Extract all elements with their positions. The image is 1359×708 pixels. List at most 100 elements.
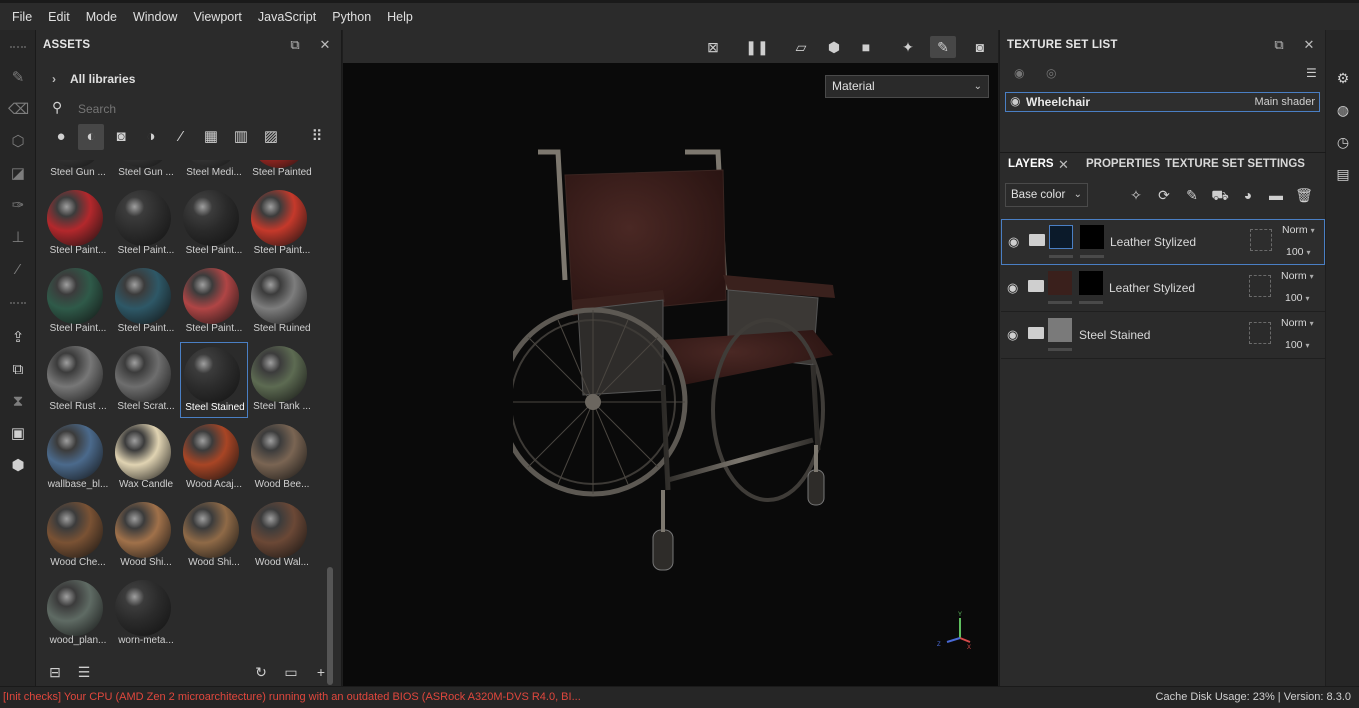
settings-icon[interactable]: ⚙ — [1333, 68, 1353, 88]
asset-thumbnail[interactable]: Wood Che... — [44, 498, 112, 574]
history-icon[interactable]: ◷ — [1333, 132, 1353, 152]
menu-mode[interactable]: Mode — [78, 10, 125, 24]
layer-row[interactable]: ◉ Leather Stylized Norm ▾ 100 ▾ — [1001, 266, 1325, 312]
export-icon[interactable]: ⇪ — [8, 328, 28, 348]
log-icon[interactable]: ▤ — [1333, 164, 1353, 184]
asset-thumbnail[interactable]: Steel Paint... — [44, 186, 112, 262]
hide-ui-icon[interactable]: ⊠ — [700, 36, 726, 58]
layer-row[interactable]: ◉ Leather Stylized Norm ▾ 100 ▾ — [1001, 219, 1325, 265]
color-picker-icon[interactable]: ⁄ — [8, 260, 28, 280]
environment-icon[interactable]: ◍ — [1333, 100, 1353, 120]
asset-thumbnail[interactable]: Steel Paint... — [112, 186, 180, 262]
menu-help[interactable]: Help — [379, 10, 421, 24]
grid-view-icon[interactable]: ⠿ — [304, 124, 330, 150]
asset-thumbnail[interactable]: Steel Gun ... — [112, 160, 180, 184]
asset-thumbnail[interactable]: Steel Scrat... — [112, 342, 180, 418]
shelf-icon[interactable]: ⬢ — [8, 456, 28, 476]
blend-mode[interactable]: Norm ▾ — [1281, 317, 1314, 329]
new-window-icon[interactable]: ▭ — [281, 662, 301, 682]
filter-generator-icon[interactable]: ◑ — [138, 124, 164, 150]
smudge-icon[interactable]: ✑ — [8, 196, 28, 216]
add-paint-layer-icon[interactable]: ✎ — [1182, 185, 1202, 205]
projection-icon[interactable]: ⬡ — [8, 132, 28, 152]
camera-projection-icon[interactable]: ▱ — [788, 36, 814, 58]
asset-thumbnail[interactable]: wallbase_bl... — [44, 420, 112, 496]
display-settings-icon[interactable]: ▣ — [8, 424, 28, 444]
add-smart-material-icon[interactable]: ◕ — [1238, 185, 1258, 205]
asset-thumbnail[interactable]: Wood Bee... — [248, 420, 316, 496]
asset-thumbnail[interactable]: Steel Gun ... — [44, 160, 112, 184]
filter-mask-icon[interactable]: ◙ — [108, 124, 134, 150]
eye-icon[interactable]: ◉ — [1007, 280, 1018, 296]
add-mask-icon[interactable]: ⟳ — [1154, 185, 1174, 205]
opacity[interactable]: 100 ▾ — [1286, 246, 1311, 258]
channel-select[interactable]: Base color ⌄ — [1005, 183, 1088, 207]
texture-set-item[interactable]: ◉ Wheelchair Main shader — [1005, 92, 1320, 112]
polygon-fill-icon[interactable]: ◪ — [8, 164, 28, 184]
bake-icon[interactable]: ⧉ — [8, 360, 28, 380]
asset-thumbnail[interactable]: Steel Paint... — [44, 264, 112, 340]
toolbar-grip[interactable] — [10, 46, 26, 48]
blend-mode[interactable]: Norm ▾ — [1282, 224, 1315, 236]
refresh-icon[interactable]: ↻ — [251, 662, 271, 682]
add-fill-layer-icon[interactable]: ⛟ — [1210, 185, 1230, 205]
filter-environment-icon[interactable]: ▨ — [258, 124, 284, 150]
layer-mask-slot[interactable] — [1249, 275, 1271, 297]
object-mode-icon[interactable]: ⬢ — [821, 36, 847, 58]
paint-mode-icon[interactable]: ✎ — [930, 36, 956, 58]
menu-file[interactable]: File — [4, 10, 40, 24]
blend-mode[interactable]: Norm ▾ — [1281, 270, 1314, 282]
list-menu-icon[interactable]: ☰ — [1306, 66, 1317, 80]
filter-material-icon[interactable]: ◐ — [78, 124, 104, 150]
pause-icon[interactable]: ❚❚ — [744, 36, 770, 58]
filter-smart-material-icon[interactable]: ● — [48, 124, 74, 150]
asset-thumbnail[interactable]: Steel Ruined — [248, 264, 316, 340]
asset-thumbnail[interactable]: Wood Acaj... — [180, 420, 248, 496]
asset-thumbnail[interactable]: Wood Shi... — [180, 498, 248, 574]
filter-texture-icon[interactable]: ▦ — [198, 124, 224, 150]
asset-thumbnail[interactable]: Steel Stained — [180, 342, 248, 418]
eye-icon[interactable]: ◉ — [1010, 94, 1020, 108]
menu-javascript[interactable]: JavaScript — [250, 10, 324, 24]
clone-stamp-icon[interactable]: ⊥ — [8, 228, 28, 248]
menu-viewport[interactable]: Viewport — [185, 10, 249, 24]
viewport-3d[interactable]: ⊠ ❚❚ ▱ ⬢ ■ ✦ ✎ ◙ Material ⌄ Y X Z — [343, 30, 998, 686]
undock-icon[interactable]: ⧉ — [286, 36, 304, 54]
tab-layers[interactable]: LAYERS — [1008, 158, 1054, 170]
close-icon[interactable]: ✕ — [1300, 36, 1318, 54]
menu-edit[interactable]: Edit — [40, 10, 78, 24]
close-icon[interactable]: ✕ — [1058, 157, 1069, 173]
asset-thumbnail[interactable]: Steel Rust ... — [44, 342, 112, 418]
layer-row[interactable]: ◉ Steel Stained Norm ▾ 100 ▾ — [1001, 313, 1325, 359]
layer-mask-slot[interactable] — [1249, 322, 1271, 344]
asset-thumbnail[interactable]: Steel Painted — [248, 160, 316, 184]
add-icon[interactable]: + — [311, 662, 331, 682]
asset-thumbnail[interactable]: Steel Medi... — [180, 160, 248, 184]
eye-icon[interactable]: ◉ — [1007, 327, 1018, 343]
opacity[interactable]: 100 ▾ — [1285, 292, 1310, 304]
show-all-icon[interactable]: ◎ — [1046, 66, 1056, 80]
asset-thumbnail[interactable]: Steel Paint... — [180, 264, 248, 340]
menu-python[interactable]: Python — [324, 10, 379, 24]
filter-alpha-icon[interactable]: ▥ — [228, 124, 254, 150]
tab-properties[interactable]: PROPERTIES — [1086, 158, 1160, 170]
eraser-icon[interactable]: ⌫ — [8, 100, 29, 120]
menu-window[interactable]: Window — [125, 10, 185, 24]
search-input[interactable] — [78, 100, 328, 118]
screenshot-icon[interactable]: ◙ — [967, 36, 993, 58]
camera-icon[interactable]: ■ — [853, 36, 879, 58]
asset-thumbnail[interactable]: wood_plan... — [44, 576, 112, 652]
asset-thumbnail[interactable]: Wood Wal... — [248, 498, 316, 574]
bake-mode-icon[interactable]: ✦ — [895, 36, 921, 58]
add-folder-icon[interactable]: ▬ — [1266, 185, 1286, 205]
asset-thumbnail[interactable]: Steel Tank ... — [248, 342, 316, 418]
material-mode-select[interactable]: Material ⌄ — [825, 75, 989, 98]
texture-set-shader[interactable]: Main shader — [1254, 96, 1315, 108]
import-resources-icon[interactable]: ⊟ — [45, 662, 65, 682]
libraries-breadcrumb[interactable]: › All libraries — [52, 72, 135, 86]
asset-thumbnail[interactable]: Steel Paint... — [112, 264, 180, 340]
eye-icon[interactable]: ◉ — [1008, 234, 1019, 250]
asset-thumbnail[interactable]: worn-meta... — [112, 576, 180, 652]
delete-icon[interactable]: 🗑 — [1294, 185, 1314, 205]
asset-thumbnail[interactable]: Steel Paint... — [248, 186, 316, 262]
